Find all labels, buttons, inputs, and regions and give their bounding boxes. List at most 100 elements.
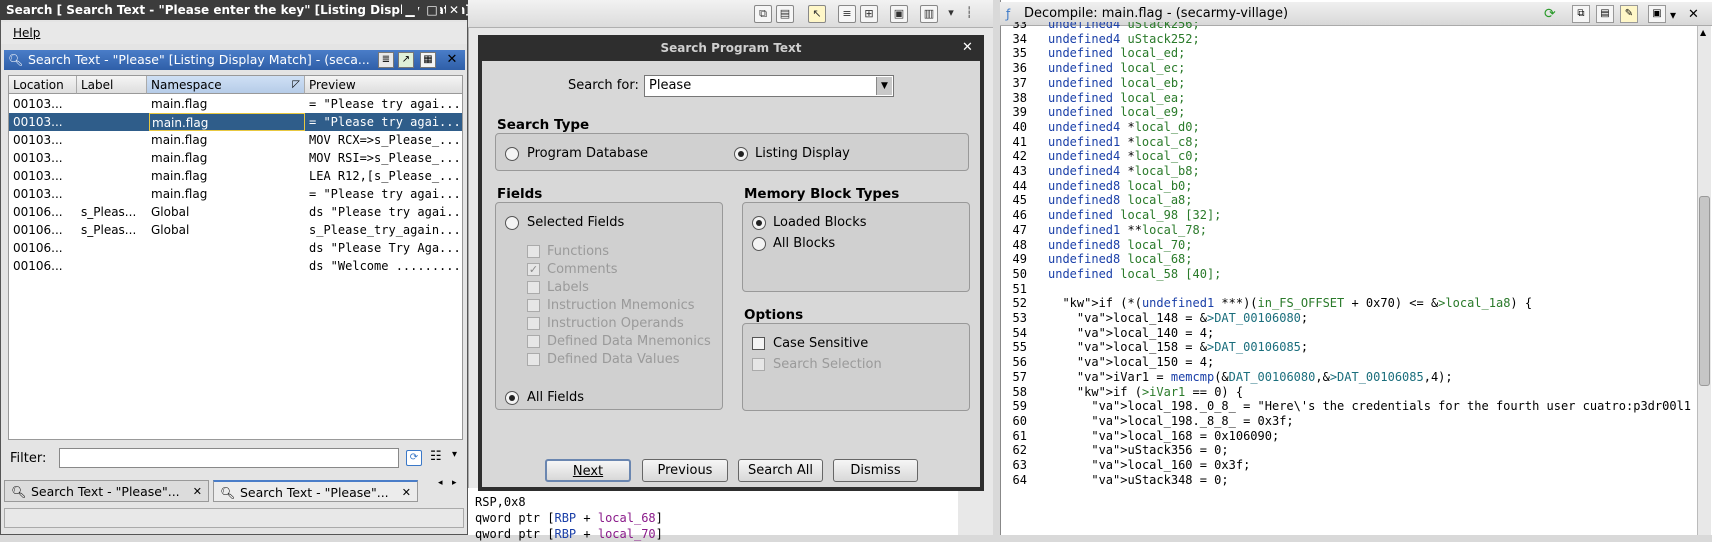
code-line[interactable]: 47 undefined1 **local_78; — [1001, 222, 1207, 238]
code-line[interactable]: 50 undefined local_58 [40]; — [1001, 266, 1222, 282]
column-header-label[interactable]: Label — [77, 76, 147, 94]
code-line[interactable]: 37 undefined local_eb; — [1001, 75, 1186, 91]
code-line[interactable]: 48 undefined8 local_70; — [1001, 237, 1193, 253]
code-line[interactable]: 43 undefined4 *local_b8; — [1001, 163, 1200, 179]
copy-icon[interactable]: ⧉ — [1572, 5, 1590, 23]
make-selection-icon[interactable]: ↗ — [398, 52, 414, 68]
table-row[interactable]: 00106... ds "Welcome ......... — [9, 257, 462, 275]
code-line[interactable]: 34 undefined4 uStack252; — [1001, 31, 1200, 47]
code-line[interactable]: 40 undefined4 *local_d0; — [1001, 119, 1200, 135]
filter-dropdown-icon[interactable]: ▾ — [452, 449, 457, 460]
code-line[interactable]: 46 undefined local_98 [32]; — [1001, 207, 1222, 223]
scroll-up-icon[interactable]: ▲ — [1700, 28, 1706, 37]
checkbox-search-selection[interactable] — [752, 358, 765, 371]
radio-all-fields[interactable] — [505, 391, 519, 405]
close-tab-icon[interactable]: ✕ — [193, 481, 202, 503]
code-line[interactable]: 41 undefined1 *local_c8; — [1001, 134, 1200, 150]
options-icon[interactable]: ▥ — [920, 5, 938, 23]
table-layout-icon[interactable]: ≣ — [378, 52, 394, 68]
next-button[interactable]: Next — [545, 459, 631, 482]
snapshot-icon[interactable]: ▣ — [1648, 5, 1666, 23]
column-header-location[interactable]: Location — [9, 76, 77, 94]
snapshot-icon[interactable]: ▦ — [420, 52, 436, 68]
column-header-namespace[interactable]: Namespace ◸ — [147, 76, 305, 94]
diff-icon[interactable]: ⊞ — [860, 5, 878, 23]
code-line[interactable]: 49 undefined8 local_68; — [1001, 251, 1193, 267]
code-line[interactable]: 64 "va">uStack348 = 0; — [1001, 472, 1229, 488]
tab-scroll-right-icon[interactable]: ▸ — [452, 478, 457, 488]
table-row[interactable]: 00103... main.flag = "Please try agai... — [9, 185, 462, 203]
scrollbar-thumb[interactable] — [1699, 196, 1710, 386]
checkbox-case-sensitive[interactable] — [752, 337, 765, 350]
tab-search-text-1[interactable]: 🔍︎ Search Text - "Please"... ✕ — [4, 480, 209, 502]
radio-all-blocks[interactable] — [752, 237, 766, 251]
table-row[interactable]: 00103... main.flag = "Please try agai... — [9, 95, 462, 113]
code-line[interactable]: 36 undefined local_ec; — [1001, 60, 1186, 76]
tab-search-text-2[interactable]: 🔍︎ Search Text - "Please"... ✕ — [213, 480, 418, 502]
table-row[interactable]: 00106... s_Pleas... Global ds "Please try a… — [9, 203, 462, 221]
dialog-title[interactable]: Search Program Text — [478, 35, 984, 61]
code-line[interactable]: 58 "kw">if (>iVar1 == 0) { — [1001, 384, 1244, 400]
clone-icon[interactable]: ▤ — [1596, 5, 1614, 23]
dropdown-icon[interactable]: ▾ — [942, 5, 960, 23]
code-line[interactable]: 44 undefined8 local_b0; — [1001, 178, 1193, 194]
dismiss-button[interactable]: Dismiss — [833, 459, 918, 482]
column-header-preview[interactable]: Preview — [305, 76, 462, 94]
tab-scroll-left-icon[interactable]: ◂ — [438, 478, 443, 488]
refresh-icon[interactable]: ⟳ — [1544, 5, 1562, 23]
code-line[interactable]: 61 "va">local_168 = 0x106090; — [1001, 428, 1280, 444]
table-row[interactable]: 00103... main.flag = "Please try agai... — [9, 113, 462, 131]
radio-loaded-blocks[interactable] — [752, 216, 766, 230]
code-line[interactable]: 39 undefined local_e9; — [1001, 104, 1186, 120]
table-row[interactable]: 00103... main.flag MOV RCX=>s_Please_... — [9, 131, 462, 149]
checkbox-defined-data-values[interactable] — [527, 353, 540, 366]
menu-help[interactable]: Help — [13, 26, 40, 40]
search-for-input[interactable]: Please ▼ — [644, 75, 894, 97]
radio-listing-display[interactable] — [734, 147, 748, 161]
code-line[interactable]: 63 "va">local_160 = 0x3f; — [1001, 457, 1251, 473]
code-line[interactable]: 38 undefined local_ea; — [1001, 90, 1186, 106]
close-tab-icon[interactable]: ✕ — [402, 482, 411, 504]
close-panel-icon[interactable]: ✕ — [444, 52, 460, 68]
filter-column-icon[interactable]: ◸ — [292, 76, 300, 94]
code-line[interactable]: 45 undefined8 local_a8; — [1001, 192, 1193, 208]
checkbox-defined-data-mnemonics[interactable] — [527, 335, 540, 348]
code-line[interactable]: 55 "va">local_158 = &>DAT_00106085; — [1001, 339, 1309, 355]
code-line[interactable]: 42 undefined4 *local_c0; — [1001, 148, 1200, 164]
filter-options-icon[interactable]: ☷ — [430, 449, 442, 464]
checkbox-comments[interactable]: ✓ — [527, 263, 540, 276]
code-line[interactable]: 56 "va">local_150 = 4; — [1001, 354, 1215, 370]
previous-button[interactable]: Previous — [642, 459, 728, 482]
chevron-down-icon[interactable]: ▼ — [876, 77, 892, 95]
code-line[interactable]: 57 "va">iVar1 = memcmp(&DAT_00106080,&>D… — [1001, 369, 1453, 385]
results-window-title[interactable]: Search [ Search Text - "Please enter the… — [0, 0, 468, 20]
filter-input[interactable] — [59, 448, 399, 468]
table-row[interactable]: 00103... main.flag LEA R12,[s_Please_... — [9, 167, 462, 185]
code-line[interactable]: 52 "kw">if (*(undefined1 ***)(in_FS_OFFS… — [1001, 295, 1533, 311]
paste-icon[interactable]: ▤ — [776, 5, 794, 23]
close-icon[interactable]: ✕ — [446, 2, 462, 18]
cursor-icon[interactable]: ↖ — [808, 5, 826, 23]
minimize-icon[interactable]: ▁ — [402, 2, 418, 18]
decompile-scrollbar[interactable]: ▲ — [1697, 26, 1711, 535]
code-line[interactable]: 62 "va">uStack356 = 0; — [1001, 442, 1229, 458]
code-line[interactable]: 59 "va">local_198._0_8_ = "Here\'s the c… — [1001, 398, 1691, 414]
copy-icon[interactable]: ⧉ — [754, 5, 772, 23]
snapshot-icon[interactable]: ▣ — [890, 5, 908, 23]
menu-icon[interactable]: ┆ — [960, 5, 978, 23]
table-row[interactable]: 00106... s_Pleas... Global s_Please_try_aga… — [9, 221, 462, 239]
code-line[interactable]: 54 "va">local_140 = 4; — [1001, 325, 1215, 341]
field-layout-icon[interactable]: ≡ — [838, 5, 856, 23]
radio-selected-fields[interactable] — [505, 216, 519, 230]
code-line[interactable]: 53 "va">local_148 = &>DAT_00106080; — [1001, 310, 1309, 326]
maximize-icon[interactable]: □ — [424, 2, 440, 18]
checkbox-instruction-operands[interactable] — [527, 317, 540, 330]
code-line[interactable]: 35 undefined local_ed; — [1001, 45, 1186, 61]
radio-program-database[interactable] — [505, 147, 519, 161]
edit-icon[interactable]: ✎ — [1620, 5, 1638, 23]
checkbox-functions[interactable] — [527, 245, 540, 258]
dialog-close-icon[interactable]: ✕ — [962, 40, 973, 55]
checkbox-instruction-mnemonics[interactable] — [527, 299, 540, 312]
code-line[interactable]: 60 "va">local_198._8_8_ = 0x3f; — [1001, 413, 1294, 429]
table-row[interactable]: 00103... main.flag MOV RSI=>s_Please_... — [9, 149, 462, 167]
